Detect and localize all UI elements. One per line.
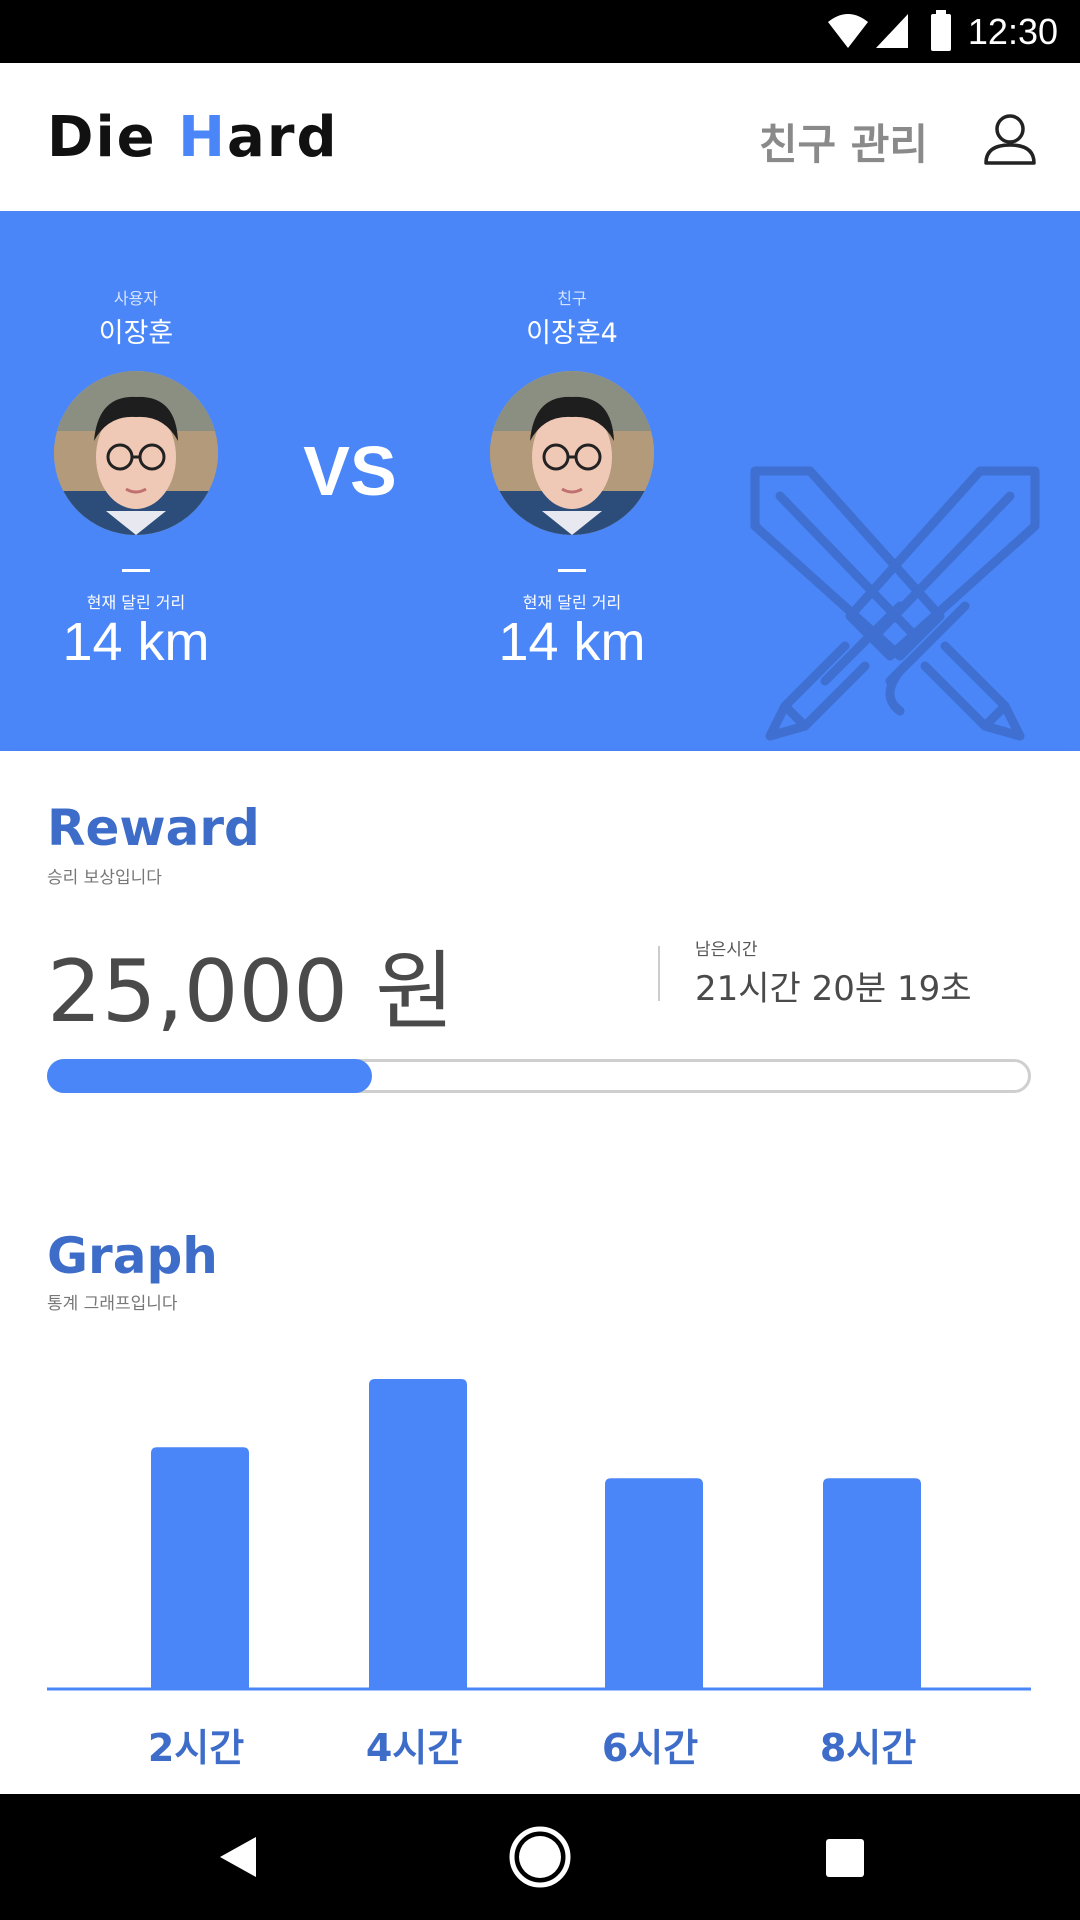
recents-square-icon[interactable] bbox=[784, 1794, 904, 1920]
home-circle-icon[interactable] bbox=[480, 1794, 600, 1920]
chart-bar bbox=[823, 1478, 921, 1689]
signal-icon bbox=[876, 14, 908, 48]
remaining-time-value: 21시간 20분 19초 bbox=[695, 969, 972, 1009]
battery-icon bbox=[931, 10, 951, 51]
friend-manage-button[interactable]: 친구 관리 bbox=[759, 111, 928, 172]
vs-text: VS bbox=[303, 432, 397, 510]
reward-subtitle: 승리 보상입니다 bbox=[47, 868, 162, 888]
chart-bar bbox=[369, 1379, 467, 1689]
reward-amount: 25,000 원 bbox=[47, 942, 455, 1042]
friend-role-label: 친구 bbox=[557, 289, 587, 308]
reward-divider bbox=[658, 946, 660, 1001]
bar-chart: 2시간 4시간 6시간 8시간 bbox=[47, 1379, 1031, 1770]
chart-x-tick-label: 8시간 bbox=[820, 1726, 916, 1770]
versus-panel: 사용자 이장훈 현재 달린 거리 14 km VS 친구 이장훈4 현재 달린 … bbox=[0, 211, 1080, 751]
friend-distance-label: 현재 달린 거리 bbox=[522, 593, 622, 612]
user-distance-label: 현재 달린 거리 bbox=[86, 593, 186, 612]
chart-x-tick-label: 4시간 bbox=[366, 1726, 462, 1770]
app-logo: Die Hard bbox=[47, 105, 339, 170]
reward-title: Reward bbox=[47, 799, 260, 857]
user-avatar[interactable] bbox=[54, 371, 218, 535]
chart-x-tick-label: 2시간 bbox=[148, 1726, 244, 1770]
chart-bar bbox=[605, 1478, 703, 1689]
friend-avatar[interactable] bbox=[490, 371, 654, 535]
back-triangle-icon[interactable] bbox=[178, 1794, 298, 1920]
graph-card: Graph 통계 그래프입니다 2시간 4시간 6시간 8시간 bbox=[0, 1171, 1080, 1794]
remaining-time-label: 남은시간 bbox=[695, 940, 758, 960]
user-name: 이장훈 bbox=[98, 318, 174, 349]
reward-card: Reward 승리 보상입니다 25,000 원 남은시간 21시간 20분 1… bbox=[0, 751, 1080, 1171]
wifi-icon bbox=[828, 14, 868, 48]
profile-icon[interactable] bbox=[982, 111, 1038, 167]
system-nav-bar bbox=[0, 1794, 1080, 1920]
friend-divider bbox=[558, 569, 586, 572]
reward-progress-fill bbox=[47, 1059, 372, 1093]
chart-bar bbox=[151, 1447, 249, 1689]
user-role-label: 사용자 bbox=[113, 289, 159, 308]
status-time: 12:30 bbox=[967, 11, 1058, 52]
chart-x-tick-label: 6시간 bbox=[602, 1726, 698, 1770]
status-bar: 12:30 bbox=[0, 0, 1080, 63]
friend-name: 이장훈4 bbox=[526, 318, 618, 349]
user-distance: 14 km bbox=[62, 612, 210, 672]
user-divider bbox=[122, 569, 150, 572]
crossed-swords-icon bbox=[750, 466, 1040, 741]
friend-distance: 14 km bbox=[498, 612, 646, 672]
app-header: Die Hard 친구 관리 bbox=[0, 63, 1080, 211]
